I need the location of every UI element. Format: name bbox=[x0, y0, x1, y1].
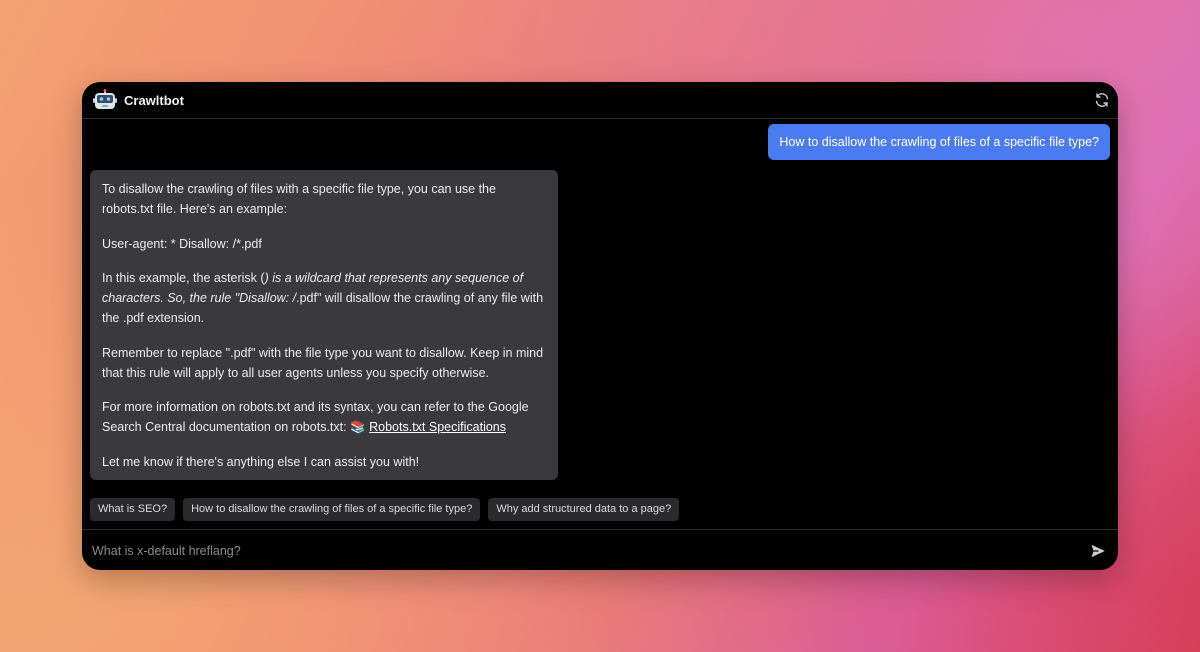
bot-paragraph: For more information on robots.txt and i… bbox=[102, 400, 529, 434]
suggestion-chip-structured-data[interactable]: Why add structured data to a page? bbox=[488, 498, 680, 521]
chat-window: Crawltbot How to disallow the crawling o… bbox=[82, 82, 1118, 570]
send-icon[interactable] bbox=[1090, 543, 1106, 559]
bot-paragraph: User-agent: * Disallow: /*.pdf bbox=[102, 236, 262, 251]
robot-logo-icon bbox=[93, 89, 117, 109]
bot-paragraph: Let me know if there's anything else I c… bbox=[102, 454, 420, 469]
chat-header: Crawltbot bbox=[82, 82, 1118, 119]
suggestion-chip-disallow[interactable]: How to disallow the crawling of files of… bbox=[183, 498, 481, 521]
app-title: Crawltbot bbox=[124, 93, 184, 108]
suggestion-chip-seo[interactable]: What is SEO? bbox=[90, 498, 176, 521]
books-emoji: 📚 bbox=[350, 420, 366, 434]
user-message: How to disallow the crawling of files of… bbox=[768, 124, 1110, 160]
bot-paragraph: Remember to replace ".pdf" with the file… bbox=[102, 345, 544, 380]
robots-spec-link[interactable]: Robots.txt Specifications bbox=[369, 420, 506, 434]
input-bar bbox=[82, 529, 1118, 570]
suggestion-chips: What is SEO? How to disallow the crawlin… bbox=[90, 498, 680, 521]
bot-paragraph: To disallow the crawling of files with a… bbox=[102, 182, 496, 216]
bot-paragraph: In this example, the asterisk () is a wi… bbox=[102, 271, 544, 325]
bot-message: To disallow the crawling of files with a… bbox=[90, 170, 558, 480]
chat-input[interactable] bbox=[92, 540, 1052, 562]
refresh-icon[interactable] bbox=[1094, 92, 1110, 108]
